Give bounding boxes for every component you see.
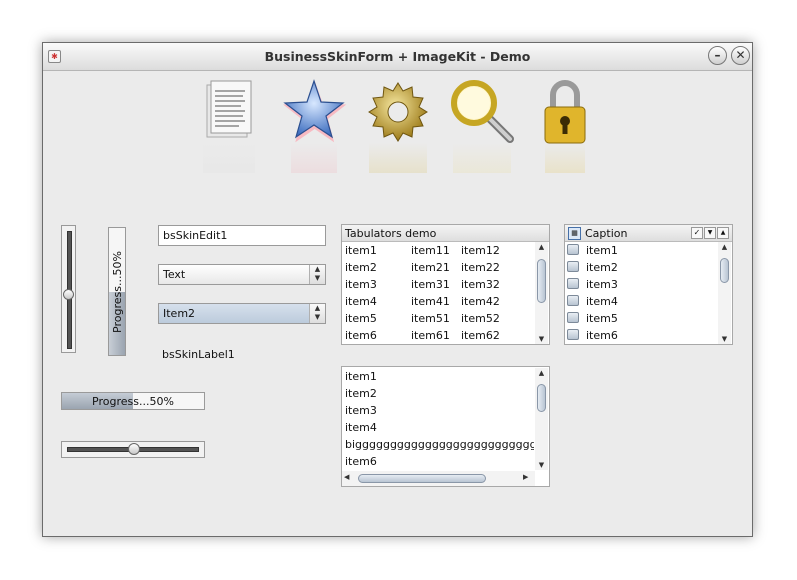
- padlock-icon[interactable]: [541, 77, 589, 150]
- check-all-icon[interactable]: ✓: [691, 227, 703, 239]
- padlock-icon-reflection: [545, 143, 585, 173]
- list-cell[interactable]: item21: [411, 261, 450, 274]
- vertical-progress-text: Progress...50%: [111, 251, 124, 333]
- scroll-down-icon[interactable]: ▼: [718, 334, 731, 344]
- text-combobox[interactable]: Text ▲ ▼: [158, 264, 326, 285]
- list-cell[interactable]: item62: [461, 329, 500, 342]
- list-item[interactable]: item1: [345, 370, 377, 383]
- list-item[interactable]: bigggggggggggggggggggggggggggggggg: [345, 438, 534, 451]
- list-cell[interactable]: item31: [411, 278, 450, 291]
- scroll-up-icon[interactable]: ▲: [535, 242, 548, 252]
- magnifier-icon[interactable]: [448, 79, 516, 148]
- scroll-up-icon[interactable]: ▲: [718, 242, 731, 252]
- scroll-thumb[interactable]: [358, 474, 486, 483]
- list-item[interactable]: item2: [345, 387, 377, 400]
- checkbox[interactable]: [567, 244, 579, 255]
- list-cell[interactable]: item32: [461, 278, 500, 291]
- list-cell[interactable]: item41: [411, 295, 450, 308]
- trackbar-thumb[interactable]: [63, 289, 74, 301]
- combobox-arrow-icon[interactable]: ▲ ▼: [309, 265, 325, 284]
- skin-edit-field[interactable]: bsSkinEdit1: [158, 225, 326, 246]
- scroll-down-icon[interactable]: ▼: [535, 334, 548, 344]
- horizontal-progress-bar: Progress...50%: [61, 392, 205, 410]
- settings-gear-icon[interactable]: [365, 79, 431, 148]
- plain-listbox[interactable]: item1 item2 item3 item4 bigggggggggggggggggg…: [341, 366, 550, 487]
- list-cell[interactable]: item4: [345, 295, 377, 308]
- vertical-trackbar[interactable]: [61, 225, 76, 353]
- tabulators-listbox[interactable]: Tabulators demo item1 item11 item12 item2 it…: [341, 224, 550, 345]
- star-icon-reflection: [291, 143, 337, 173]
- document-icon[interactable]: [203, 79, 255, 144]
- gear-icon-reflection: [369, 143, 427, 173]
- list-cell[interactable]: item5: [345, 312, 377, 325]
- checklist-caption-bar: ▦ Caption ✓ ▼ ▲: [565, 225, 732, 242]
- skin-label: bsSkinLabel1: [162, 348, 235, 361]
- minimize-button[interactable]: –: [708, 46, 727, 65]
- list-item[interactable]: item3: [586, 278, 618, 291]
- checklistbox[interactable]: ▦ Caption ✓ ▼ ▲ item1 item2 item3 item4 item…: [564, 224, 733, 345]
- scroll-thumb[interactable]: [720, 258, 729, 283]
- list-item[interactable]: item2: [586, 261, 618, 274]
- close-button[interactable]: ✕: [731, 46, 750, 65]
- checkbox[interactable]: [567, 312, 579, 323]
- list-cell[interactable]: item2: [345, 261, 377, 274]
- list-item[interactable]: item3: [345, 404, 377, 417]
- title-bar[interactable]: ✱ BusinessSkinForm + ImageKit - Demo – ✕: [43, 43, 752, 71]
- vertical-progress-bar: Progress...50%: [108, 227, 126, 356]
- list-cell[interactable]: item42: [461, 295, 500, 308]
- scroll-left-icon[interactable]: ◀: [344, 473, 349, 481]
- vertical-scrollbar[interactable]: ▲ ▼: [718, 242, 731, 344]
- list-cell[interactable]: item12: [461, 244, 500, 257]
- list-cell[interactable]: item1: [345, 244, 377, 257]
- collapse-down-icon[interactable]: ▼: [704, 227, 716, 239]
- checkbox[interactable]: [567, 261, 579, 272]
- listbox-caption-bar: Tabulators demo: [342, 225, 549, 242]
- list-cell[interactable]: item6: [345, 329, 377, 342]
- scroll-thumb[interactable]: [537, 259, 546, 303]
- list-cell[interactable]: item51: [411, 312, 450, 325]
- listbox-caption: Tabulators demo: [345, 227, 437, 240]
- list-item[interactable]: item4: [345, 421, 377, 434]
- vertical-scrollbar[interactable]: ▲ ▼: [535, 242, 548, 344]
- list-cell[interactable]: item52: [461, 312, 500, 325]
- document-icon-reflection: [203, 143, 255, 173]
- horizontal-trackbar[interactable]: [61, 441, 205, 458]
- combobox-arrow-icon[interactable]: ▲ ▼: [309, 304, 325, 323]
- star-icon[interactable]: [279, 75, 349, 148]
- list-item[interactable]: item5: [586, 312, 618, 325]
- checkbox[interactable]: [567, 278, 579, 289]
- combobox-value: Text: [163, 268, 186, 281]
- list-item[interactable]: item1: [586, 244, 618, 257]
- checkbox[interactable]: [567, 295, 579, 306]
- list-item[interactable]: item6: [345, 455, 377, 468]
- scroll-thumb[interactable]: [537, 384, 546, 412]
- window-title: BusinessSkinForm + ImageKit - Demo: [264, 49, 531, 64]
- scroll-down-icon[interactable]: ▼: [535, 460, 548, 470]
- collapse-up-icon[interactable]: ▲: [717, 227, 729, 239]
- vertical-scrollbar[interactable]: ▲ ▼: [535, 368, 548, 470]
- horizontal-scrollbar[interactable]: ◀ ▶: [342, 471, 535, 486]
- trackbar-thumb[interactable]: [128, 443, 140, 455]
- scroll-right-icon[interactable]: ▶: [523, 473, 528, 481]
- checklist-caption: Caption: [585, 227, 628, 240]
- combobox-value: Item2: [163, 307, 196, 320]
- list-item[interactable]: item6: [586, 329, 618, 342]
- list-cell[interactable]: item3: [345, 278, 377, 291]
- list-cell[interactable]: item11: [411, 244, 450, 257]
- caption-app-icon: ▦: [568, 227, 581, 240]
- list-cell[interactable]: item22: [461, 261, 500, 274]
- checkbox[interactable]: [567, 329, 579, 340]
- magnifier-icon-reflection: [453, 143, 511, 173]
- horizontal-progress-text: Progress...50%: [92, 395, 174, 408]
- item-combobox[interactable]: Item2 ▲ ▼: [158, 303, 326, 324]
- app-window: ✱ BusinessSkinForm + ImageKit - Demo – ✕: [42, 42, 753, 537]
- list-cell[interactable]: item61: [411, 329, 450, 342]
- list-item[interactable]: item4: [586, 295, 618, 308]
- listbox-viewport: item1 item2 item3 item4 bigggggggggggggggggg…: [342, 367, 534, 470]
- scroll-up-icon[interactable]: ▲: [535, 368, 548, 378]
